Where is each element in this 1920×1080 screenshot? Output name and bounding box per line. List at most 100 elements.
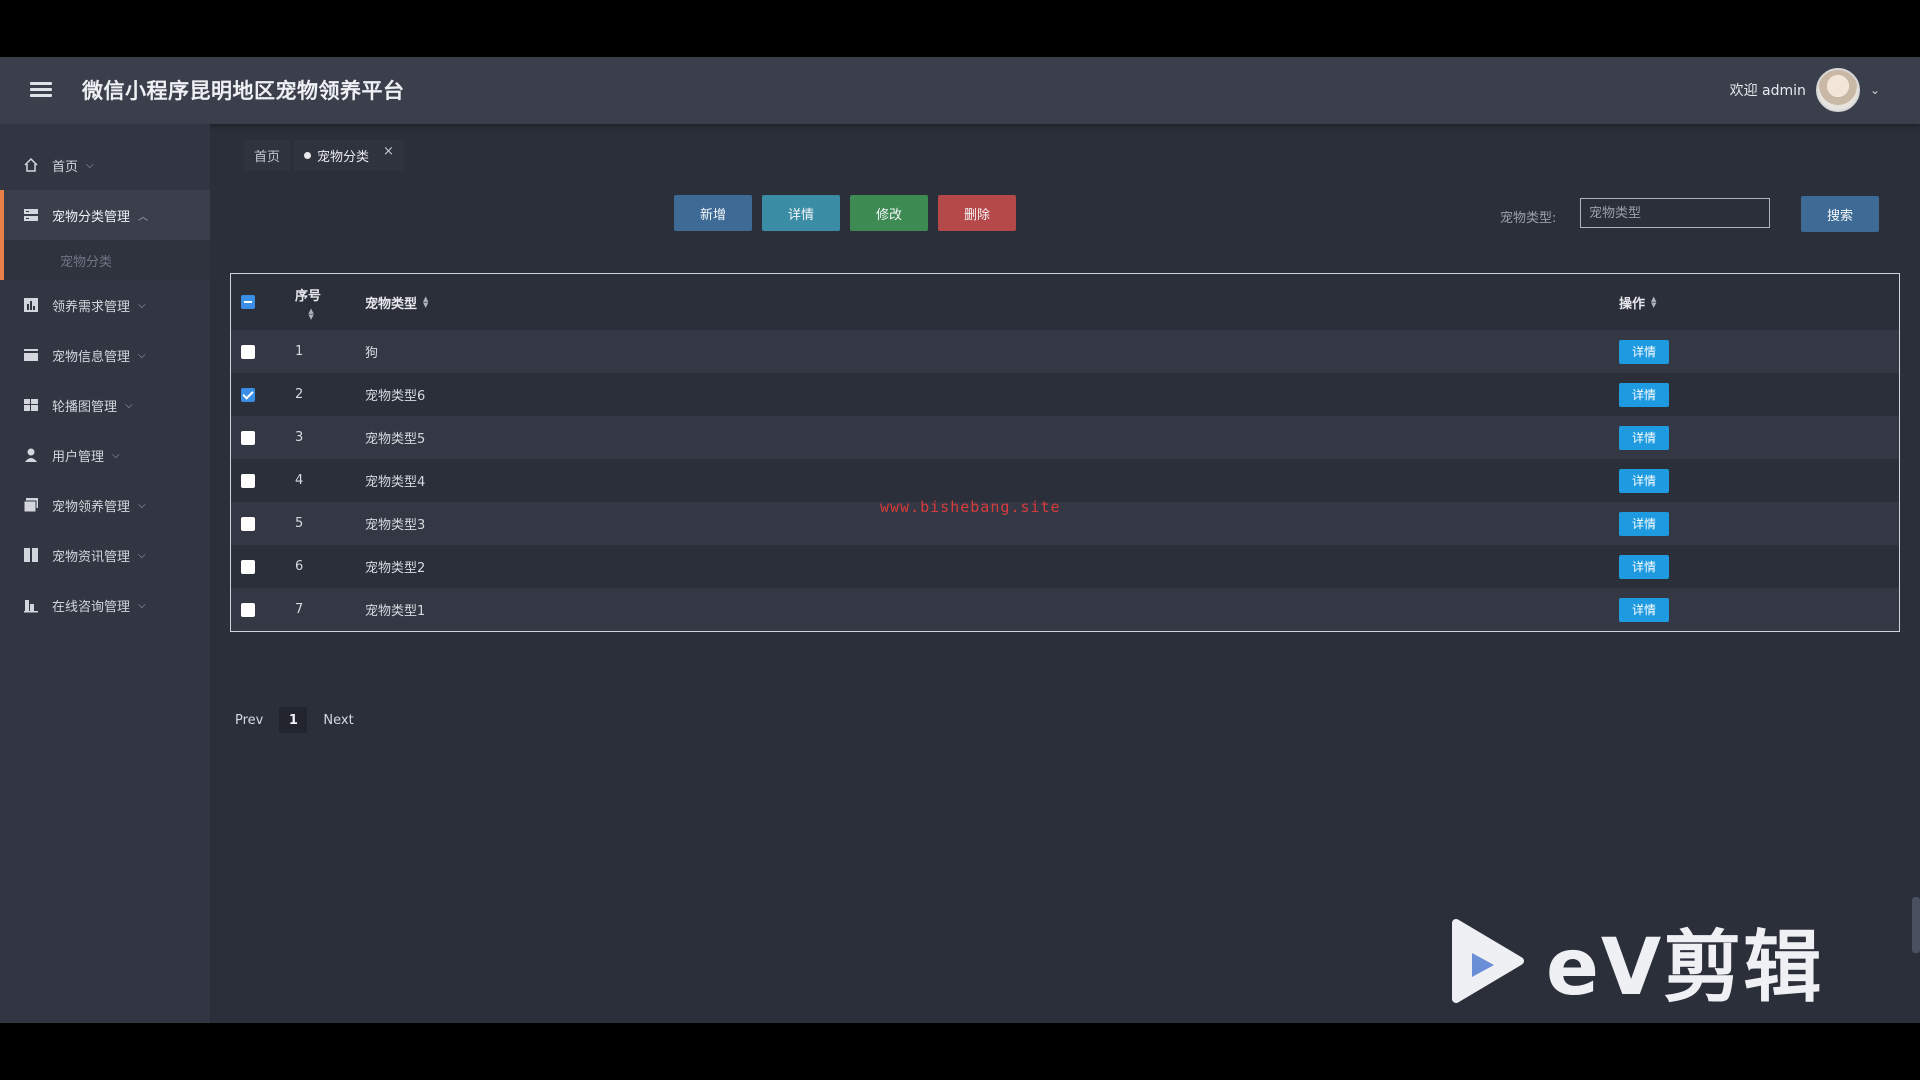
sort-icon[interactable]: ▲ ▼ bbox=[423, 296, 428, 309]
row-checkbox[interactable] bbox=[241, 516, 255, 531]
chevron-down-icon: ⌵ bbox=[138, 299, 146, 311]
row-detail-button[interactable]: 详情 bbox=[1619, 597, 1669, 622]
chevron-down-icon[interactable]: ⌄ bbox=[1870, 83, 1880, 97]
app-title: 微信小程序昆明地区宠物领养平台 bbox=[82, 79, 405, 103]
image-icon bbox=[22, 496, 40, 514]
cell-seq: 7 bbox=[295, 602, 304, 617]
search-label: 宠物类型: bbox=[1500, 211, 1557, 226]
row-checkbox[interactable] bbox=[241, 473, 255, 488]
cell-seq: 5 bbox=[295, 516, 304, 531]
column-header-label: 宠物类型 bbox=[365, 296, 418, 312]
table-row[interactable]: 5 宠物类型3 详情 bbox=[231, 502, 1899, 545]
table-row[interactable]: 2 宠物类型6 详情 bbox=[231, 373, 1899, 416]
row-detail-button[interactable]: 详情 bbox=[1619, 425, 1669, 450]
sidebar-item-label: 宠物领养管理 bbox=[52, 499, 131, 515]
sort-icon[interactable]: ▲ ▼ bbox=[308, 307, 313, 320]
play-logo-icon bbox=[1452, 919, 1524, 1003]
tab-label: 宠物分类 bbox=[317, 150, 370, 165]
cell-seq: 2 bbox=[295, 387, 304, 402]
cell-pet-type: 宠物类型2 bbox=[365, 561, 426, 576]
current-page-number[interactable]: 1 bbox=[279, 707, 308, 733]
sidebar-item-pet-info-management[interactable]: 宠物信息管理 ⌵ bbox=[0, 330, 210, 380]
prev-page-link[interactable]: Prev bbox=[235, 713, 263, 728]
ev-editor-watermark-logo: eV剪辑 bbox=[1450, 905, 1823, 1017]
tab-pet-category[interactable]: 宠物分类 × bbox=[294, 140, 404, 171]
sidebar-item-label: 用户管理 bbox=[52, 449, 105, 465]
sidebar-item-label: 轮播图管理 bbox=[52, 399, 118, 415]
cell-seq: 6 bbox=[295, 559, 304, 574]
table-row[interactable]: 1 狗 详情 bbox=[231, 330, 1899, 373]
row-detail-button[interactable]: 详情 bbox=[1619, 554, 1669, 579]
table-row[interactable]: 4 宠物类型4 详情 bbox=[231, 459, 1899, 502]
detail-button[interactable]: 详情 bbox=[762, 195, 840, 231]
chevron-down-icon: ⌵ bbox=[138, 599, 146, 611]
sidebar-item-online-consult-management[interactable]: 在线咨询管理 ⌵ bbox=[0, 580, 210, 630]
cell-pet-type: 狗 bbox=[365, 346, 379, 361]
pagination: Prev 1 Next bbox=[235, 707, 354, 733]
sidebar-item-label: 宠物分类管理 bbox=[52, 209, 131, 225]
user-menu[interactable]: 欢迎 admin ⌄ bbox=[1730, 67, 1880, 113]
column-header-seq[interactable]: 序号 ▲ ▼ bbox=[295, 274, 321, 330]
sidebar-item-user-management[interactable]: 用户管理 ⌵ bbox=[0, 430, 210, 480]
row-checkbox[interactable] bbox=[241, 387, 255, 402]
top-bar: 微信小程序昆明地区宠物领养平台 欢迎 admin ⌄ bbox=[0, 57, 1920, 124]
next-page-link[interactable]: Next bbox=[323, 713, 353, 728]
row-checkbox[interactable] bbox=[241, 559, 255, 574]
tab-bar: 首页 宠物分类 × bbox=[244, 140, 404, 171]
chevron-down-icon: ⌵ bbox=[138, 349, 146, 361]
tab-home[interactable]: 首页 bbox=[244, 140, 291, 171]
watermark-text: www.bishebang.site bbox=[880, 498, 1061, 516]
column-header-label: 操作 bbox=[1619, 296, 1646, 312]
edit-button[interactable]: 修改 bbox=[850, 195, 928, 231]
cell-pet-type: 宠物类型3 bbox=[365, 518, 426, 533]
sidebar-item-home[interactable]: 首页 ⌵ bbox=[0, 140, 210, 190]
bank-icon bbox=[22, 596, 40, 614]
column-header-type[interactable]: 宠物类型 ▲ ▼ bbox=[365, 274, 428, 330]
sidebar: 首页 ⌵ 宠物分类管理 ︿ 宠物分类 领养需求管理 ⌵ 宠物信息管理 ⌵ 轮播图… bbox=[0, 124, 210, 1023]
data-table: 序号 ▲ ▼ 宠物类型 ▲ ▼ 操作 ▲ ▼ 1 狗详情 2 宠物类型6 详情 3 宠物类型5 详情… bbox=[230, 273, 1900, 632]
cell-seq: 1 bbox=[295, 344, 304, 359]
table-row[interactable]: 3 宠物类型5 详情 bbox=[231, 416, 1899, 459]
close-icon[interactable]: × bbox=[383, 144, 394, 159]
row-checkbox[interactable] bbox=[241, 602, 255, 617]
row-detail-button[interactable]: 详情 bbox=[1619, 468, 1669, 493]
table-row[interactable]: 6 宠物类型2 详情 bbox=[231, 545, 1899, 588]
row-checkbox[interactable] bbox=[241, 430, 255, 445]
cell-pet-type: 宠物类型1 bbox=[365, 604, 426, 619]
sidebar-item-label: 领养需求管理 bbox=[52, 299, 131, 315]
sidebar-item-adoption-demand-management[interactable]: 领养需求管理 ⌵ bbox=[0, 280, 210, 330]
sidebar-item-pet-category-management[interactable]: 宠物分类管理 ︿ bbox=[0, 190, 210, 240]
row-checkbox[interactable] bbox=[241, 344, 255, 359]
pet-type-search-input[interactable] bbox=[1580, 198, 1770, 228]
welcome-text: 欢迎 admin bbox=[1729, 83, 1806, 99]
app-window: 微信小程序昆明地区宠物领养平台 欢迎 admin ⌄ 首页 ⌵ 宠物分类管理 ︿… bbox=[0, 57, 1920, 1023]
column-header-op[interactable]: 操作 ▲ ▼ bbox=[1619, 274, 1656, 330]
row-detail-button[interactable]: 详情 bbox=[1619, 511, 1669, 536]
cell-pet-type: 宠物类型4 bbox=[365, 475, 426, 490]
cell-seq: 4 bbox=[295, 473, 304, 488]
columns-icon bbox=[22, 546, 40, 564]
table-row[interactable]: 7 宠物类型1 详情 bbox=[231, 588, 1899, 631]
add-button[interactable]: 新增 bbox=[674, 195, 752, 231]
sidebar-item-pet-adoption-management[interactable]: 宠物领养管理 ⌵ bbox=[0, 480, 210, 530]
chevron-down-icon: ⌵ bbox=[125, 399, 133, 411]
cell-seq: 3 bbox=[295, 430, 304, 445]
select-all-checkbox[interactable] bbox=[241, 295, 255, 309]
home-icon bbox=[22, 156, 40, 174]
scrollbar-handle[interactable] bbox=[1912, 897, 1920, 953]
grid-icon bbox=[22, 396, 40, 414]
search-button[interactable]: 搜索 bbox=[1801, 196, 1879, 232]
sort-icon[interactable]: ▲ ▼ bbox=[1651, 296, 1656, 309]
sidebar-subitem-pet-category[interactable]: 宠物分类 bbox=[0, 240, 210, 280]
table-body: 1 狗详情 2 宠物类型6 详情 3 宠物类型5 详情 4 宠物类型4 详情 5 宠物类型3 详情 6 宠物类… bbox=[231, 330, 1899, 631]
row-detail-button[interactable]: 详情 bbox=[1619, 382, 1669, 407]
hamburger-menu-icon[interactable] bbox=[30, 79, 52, 101]
sidebar-item-carousel-management[interactable]: 轮播图管理 ⌵ bbox=[0, 380, 210, 430]
row-detail-button[interactable]: 详情 bbox=[1619, 339, 1669, 364]
chevron-down-icon: ⌵ bbox=[138, 549, 146, 561]
avatar[interactable] bbox=[1815, 68, 1860, 112]
chevron-down-icon: ⌵ bbox=[138, 499, 146, 511]
sidebar-item-pet-news-management[interactable]: 宠物资讯管理 ⌵ bbox=[0, 530, 210, 580]
user-icon bbox=[22, 446, 40, 464]
delete-button[interactable]: 删除 bbox=[938, 195, 1016, 231]
